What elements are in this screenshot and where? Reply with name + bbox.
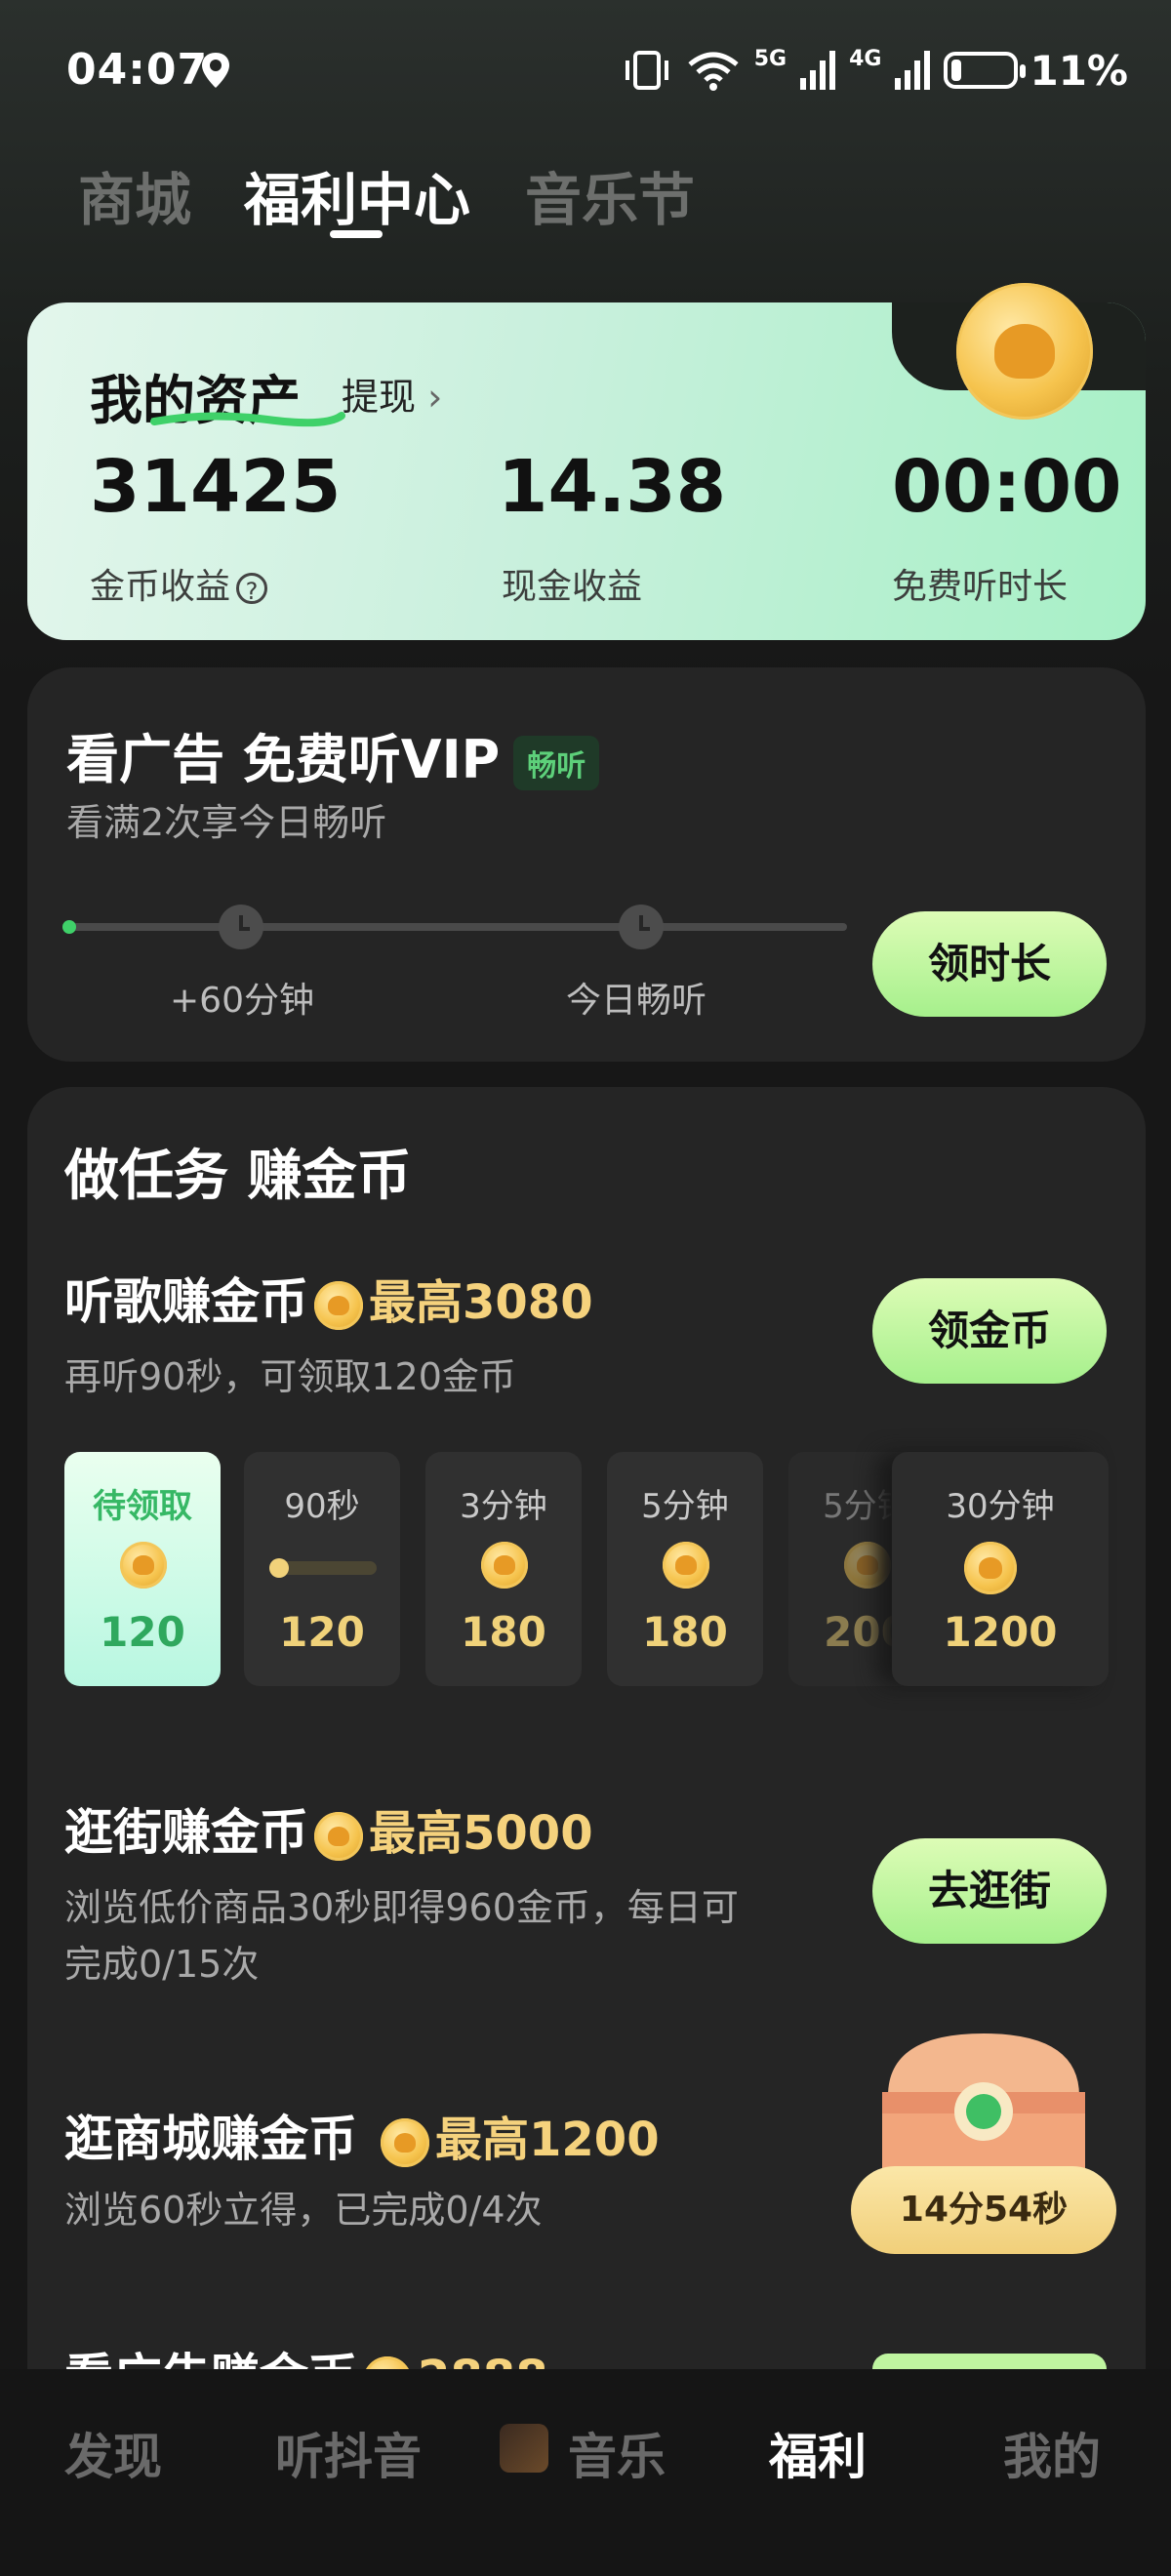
slot-time: 90秒 [284, 1487, 360, 1526]
cash-earnings-value[interactable]: 14.38 [498, 445, 726, 529]
bottom-navigation: 发现 听抖音 音乐 福利 我的 [0, 2369, 1171, 2576]
nav-listen-douyin[interactable]: 听抖音 [275, 2418, 422, 2488]
vibrate-icon [625, 51, 668, 90]
tab-mall[interactable]: 商城 [78, 154, 191, 236]
coin-icon [481, 1542, 528, 1589]
vip-progress-dot [62, 920, 76, 934]
slot-progress-dot [269, 1558, 289, 1578]
listen-task-desc: 再听90秒，可领取120金币 [64, 1355, 516, 1398]
tab-welfare-center[interactable]: 福利中心 [244, 154, 470, 236]
wifi-icon [688, 52, 739, 91]
nav-discover[interactable]: 发现 [64, 2418, 162, 2488]
coin-earnings-value[interactable]: 31425 [90, 445, 341, 529]
ad-task-title: 看广告赚金币 2888 [64, 2338, 548, 2369]
clock-icon [219, 905, 263, 949]
coin-earnings-label: 金币收益? [90, 558, 268, 609]
coin-slot[interactable]: 待领取 120 [64, 1452, 221, 1686]
clock-icon [619, 905, 664, 949]
coin-slot[interactable]: 3分钟 180 [425, 1452, 582, 1686]
coin-slot[interactable]: 90秒 120 [244, 1452, 400, 1686]
shop-task-desc-2: 完成0/15次 [64, 1943, 260, 1986]
free-listen-label: 免费听时长 [892, 567, 1069, 607]
title-underline-deco [150, 412, 345, 427]
coin-decoration-icon [956, 283, 1093, 420]
slot-time: 3分钟 [460, 1487, 547, 1526]
shop-task-desc-1: 浏览低价商品30秒即得960金币，每日可 [64, 1886, 739, 1929]
vip-subtitle: 看满2次享今日畅听 [66, 801, 387, 844]
mall-task-title: 逛商城赚金币 最高1200 [64, 2100, 660, 2170]
coin-icon [120, 1542, 167, 1589]
claim-time-button[interactable]: 领时长 [872, 911, 1107, 1017]
slot-value: 180 [642, 1608, 728, 1656]
mall-task-desc: 浏览60秒立得，已完成0/4次 [64, 2189, 543, 2232]
coin-icon [844, 1542, 891, 1589]
nav-welfare[interactable]: 福利 [769, 2418, 867, 2488]
vip-badge: 畅听 [513, 736, 600, 791]
listen-task-max: 最高3080 [369, 1275, 593, 1330]
network-5g-label: 5G [753, 47, 787, 71]
withdraw-link[interactable]: 提现 › [342, 367, 442, 421]
network-4g-label: 4G [849, 47, 882, 71]
coin-icon [381, 2117, 429, 2167]
tab-music-festival[interactable]: 音乐节 [525, 154, 695, 236]
battery-icon [944, 52, 1027, 89]
vip-progress-track [66, 923, 847, 931]
coin-icon [663, 1542, 709, 1589]
shop-task-title-text: 逛街赚金币 [64, 1804, 308, 1861]
ad-task-title-text: 看广告赚金币 [64, 2349, 357, 2369]
coin-slot[interactable]: 30分钟 1200 [892, 1452, 1109, 1686]
shop-task-title: 逛街赚金币 最高5000 [64, 1793, 593, 1864]
slot-progress-bar [269, 1558, 377, 1578]
coin-icon [363, 2355, 412, 2369]
signal-5g-icon [800, 51, 836, 90]
shop-task-max: 最高5000 [369, 1806, 593, 1861]
vip-node-1-label: +60分钟 [170, 981, 314, 1021]
mall-task-max: 最高1200 [435, 2113, 660, 2167]
tasks-section-title: 做任务 赚金币 [64, 1145, 412, 1208]
free-listen-value[interactable]: 00:00 [892, 445, 1122, 529]
nav-mine[interactable]: 我的 [1003, 2418, 1101, 2488]
slot-time: 待领取 [93, 1487, 192, 1526]
location-icon [202, 53, 229, 88]
vip-card: 看广告 免费听VIP 畅听 看满2次享今日畅听 +60分钟 今日畅听 领时长 [27, 667, 1146, 1062]
nav-music[interactable]: 音乐 [568, 2418, 666, 2488]
vip-title-text: 看广告 免费听VIP [66, 729, 501, 790]
battery-percent: 11% [1030, 46, 1128, 95]
go-shopping-button[interactable]: 去逛街 [872, 1838, 1107, 1944]
ad-task-max: 2888 [418, 2351, 548, 2369]
help-icon[interactable]: ? [236, 573, 268, 605]
vip-node-2-label: 今日畅听 [566, 981, 707, 1021]
status-right: 5G 4G 11% [622, 43, 1128, 98]
status-time: 04:07 [66, 45, 209, 95]
coin-icon [314, 1811, 363, 1861]
mall-task-title-text: 逛商城赚金币 [64, 2111, 357, 2167]
slot-time: 30分钟 [946, 1487, 1055, 1526]
active-tab-indicator [330, 230, 383, 238]
coin-earnings-text: 金币收益 [90, 567, 231, 607]
mall-countdown-badge: 14分54秒 [851, 2166, 1116, 2254]
status-bar: 04:07 5G 4G 11% [0, 0, 1171, 146]
slot-value: 120 [100, 1608, 185, 1656]
music-thumbnail-icon [500, 2424, 548, 2473]
coin-icon [314, 1280, 363, 1330]
listen-task-title-text: 听歌赚金币 [64, 1273, 308, 1330]
cash-earnings-label: 现金收益 [502, 567, 643, 607]
ad-task-button[interactable] [872, 2354, 1107, 2369]
vip-title: 看广告 免费听VIP 畅听 [66, 716, 600, 793]
slot-value: 120 [279, 1608, 365, 1656]
slot-value: 1200 [943, 1608, 1058, 1656]
signal-4g-icon [895, 51, 931, 90]
slot-value: 180 [461, 1608, 546, 1656]
claim-coins-button[interactable]: 领金币 [872, 1278, 1107, 1384]
coin-slot[interactable]: 5分钟 180 [607, 1452, 763, 1686]
withdraw-label: 提现 [342, 376, 417, 419]
slot-time: 5分钟 [641, 1487, 729, 1526]
chevron-right-icon: › [427, 376, 443, 419]
listen-task-title: 听歌赚金币 最高3080 [64, 1263, 593, 1333]
coin-stack-icon [964, 1542, 1017, 1594]
